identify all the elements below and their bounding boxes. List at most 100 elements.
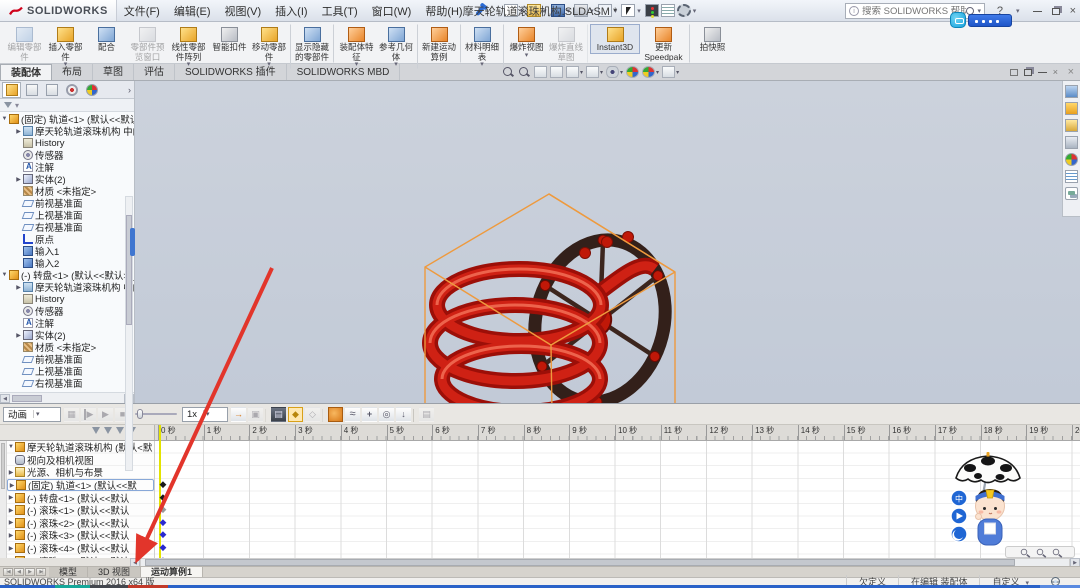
key-point-icon[interactable] [156, 516, 170, 529]
zoom-out-timeline-icon[interactable] [1053, 549, 1059, 555]
timeline-grid[interactable] [155, 441, 1080, 558]
gravity-icon[interactable] [396, 407, 411, 422]
expand-icon[interactable]: ▶ [7, 507, 15, 514]
filter-selected-icon[interactable] [116, 427, 124, 434]
motion-tree-item[interactable]: ▶ (-) 滚珠<4> (默认<<默认 [7, 542, 154, 555]
expand-icon[interactable]: ▶ [14, 284, 23, 291]
assembly-features-button[interactable]: 装配体特征 [336, 24, 377, 69]
mascot-widget[interactable]: 中 [948, 452, 1028, 550]
print-icon[interactable] [574, 4, 588, 17]
calculate-icon[interactable] [64, 407, 79, 422]
hide-show-items-icon[interactable] [606, 66, 619, 78]
tree-item[interactable]: 注解 [0, 317, 134, 329]
mate-button[interactable]: 配合 [86, 24, 127, 54]
explode-line-sketch-button[interactable]: 爆炸直线草图 [547, 24, 588, 63]
custom-properties-icon[interactable] [1065, 170, 1078, 183]
mascot-buttons[interactable]: 中 [951, 490, 967, 542]
motion-tree-scrollbar[interactable] [0, 441, 7, 558]
force-icon[interactable] [362, 407, 377, 422]
expand-icon[interactable]: ▶ [7, 519, 15, 526]
tree-item[interactable]: 传感器 [0, 149, 134, 161]
restore-document-icon[interactable] [1024, 69, 1032, 76]
timeline-ruler[interactable]: 0 秒1 秒2 秒3 秒4 秒5 秒6 秒7 秒8 秒9 秒10 秒11 秒12… [0, 425, 1080, 441]
close-icon[interactable]: × [1070, 5, 1076, 17]
instant3d-button[interactable]: Instant3D [590, 24, 640, 54]
edit-component-button[interactable]: 编辑零部件 [4, 24, 45, 63]
scrollbar-thumb[interactable] [145, 559, 1015, 566]
promo-chat-icon[interactable] [950, 12, 966, 28]
tree-item[interactable]: ▶ 摩天轮轨道滚珠机构 中的配合 [0, 281, 134, 293]
expand-icon[interactable]: ▶ [7, 469, 15, 476]
expand-icon[interactable]: ▼ [7, 444, 15, 450]
show-hidden-components-button[interactable]: 显示隐藏的零部件 [293, 24, 334, 63]
insert-components-button[interactable]: 插入零部件 [45, 24, 86, 69]
tree-filter-row[interactable]: ▾ [0, 99, 134, 112]
rebuild-icon[interactable] [645, 4, 659, 17]
expand-icon[interactable]: ▶ [7, 494, 15, 501]
view-settings-icon[interactable] [662, 66, 675, 78]
tree-item[interactable]: History [0, 137, 134, 149]
zoom-area-icon[interactable] [518, 66, 531, 78]
resources-icon[interactable] [1065, 102, 1078, 115]
floating-promo-badge[interactable] [950, 12, 1012, 28]
tree-item[interactable]: 右视基准面 [0, 221, 134, 233]
motion-tree-item[interactable]: ▶ (-) 转盘<1> (默认<<默认 [7, 491, 154, 504]
filter-driving-icon[interactable] [104, 427, 112, 434]
spiral-track-part[interactable] [430, 232, 655, 404]
tree-item[interactable]: 输入1 [0, 245, 134, 257]
forum-icon[interactable] [1065, 187, 1078, 200]
spring-icon[interactable] [345, 407, 360, 422]
timeline-area[interactable]: ▼ 摩天轮轨道滚珠机构 (默认<默 视向及相机视图 ▶ 光源、相机与布景 ▶ [0, 441, 1080, 558]
tree-item[interactable]: 材质 <未指定> [0, 341, 134, 353]
playback-speed-slider[interactable] [135, 409, 177, 419]
tree-item[interactable]: 传感器 [0, 305, 134, 317]
scrollbar-thumb[interactable] [12, 395, 42, 402]
bill-of-materials-button[interactable]: 材料明细表 [463, 24, 504, 69]
take-snapshot-button[interactable]: 拍快照 [692, 24, 733, 54]
tree-item[interactable]: 注解 [0, 161, 134, 173]
design-library-icon[interactable] [1065, 119, 1078, 132]
play-icon[interactable] [98, 407, 113, 422]
close-document-icon[interactable]: × [1053, 67, 1058, 77]
smart-fasteners-button[interactable]: 智能扣件 [209, 24, 250, 54]
command-tab[interactable]: 草图 [93, 64, 134, 80]
motion-tree-item[interactable]: ▶ (-) 滚珠<1> (默认<<默认 [7, 504, 154, 517]
motion-tree-item[interactable]: ▶ (-) 滚珠<2> (默认<<默认 [7, 517, 154, 530]
reference-geometry-button[interactable]: 参考几何体 [377, 24, 418, 69]
key-point-icon[interactable] [156, 503, 170, 516]
panel-overflow-icon[interactable]: › [128, 85, 131, 95]
expand-icon[interactable]: ▶ [7, 545, 15, 552]
tree-item[interactable]: 材质 <未指定> [0, 185, 134, 197]
apply-scene-icon[interactable] [642, 66, 655, 78]
key-point-icon[interactable] [156, 541, 170, 554]
promo-button[interactable] [968, 14, 1012, 27]
key-point-icon[interactable] [156, 554, 170, 558]
key-icon[interactable] [288, 407, 303, 422]
move-component-button[interactable]: 移动零部件 [250, 24, 291, 69]
save-animation-icon[interactable] [231, 407, 246, 422]
minimize-icon[interactable] [1033, 11, 1042, 12]
results-icon[interactable] [419, 407, 434, 422]
file-properties-icon[interactable] [661, 4, 675, 17]
menu-item[interactable]: 窗口(W) [365, 0, 419, 22]
scroll-left-icon[interactable]: ◀ [0, 394, 10, 403]
menu-item[interactable]: 插入(I) [268, 0, 314, 22]
cascade-windows-icon[interactable] [1010, 69, 1018, 76]
component-preview-button[interactable]: 零部件预览窗口 [127, 24, 168, 63]
linear-component-pattern-button[interactable]: 线性零部件阵列 [168, 24, 209, 69]
pin-menu-icon[interactable] [475, 5, 484, 15]
tree-item[interactable]: 原点 [0, 233, 134, 245]
exploded-view-button[interactable]: 爆炸视图 [506, 24, 547, 60]
tree-item[interactable]: History [0, 293, 134, 305]
home-icon[interactable] [1065, 85, 1078, 98]
menu-item[interactable]: 工具(T) [315, 0, 365, 22]
edit-appearance-icon[interactable] [626, 66, 639, 78]
tree-item[interactable]: ▼ (-) 转盘<1> (默认<<默认>_显示 [0, 269, 134, 281]
tree-item[interactable]: ▼ (固定) 轨道<1> (默认<<默认>_显 [0, 113, 134, 125]
display-style-icon[interactable] [586, 66, 599, 78]
key-point-icon[interactable] [156, 491, 170, 504]
tree-item[interactable]: 前视基准面 [0, 353, 134, 365]
expand-icon[interactable]: ▼ [0, 116, 9, 122]
copy-icon[interactable] [248, 407, 263, 422]
expand-icon[interactable]: ▶ [14, 176, 23, 183]
